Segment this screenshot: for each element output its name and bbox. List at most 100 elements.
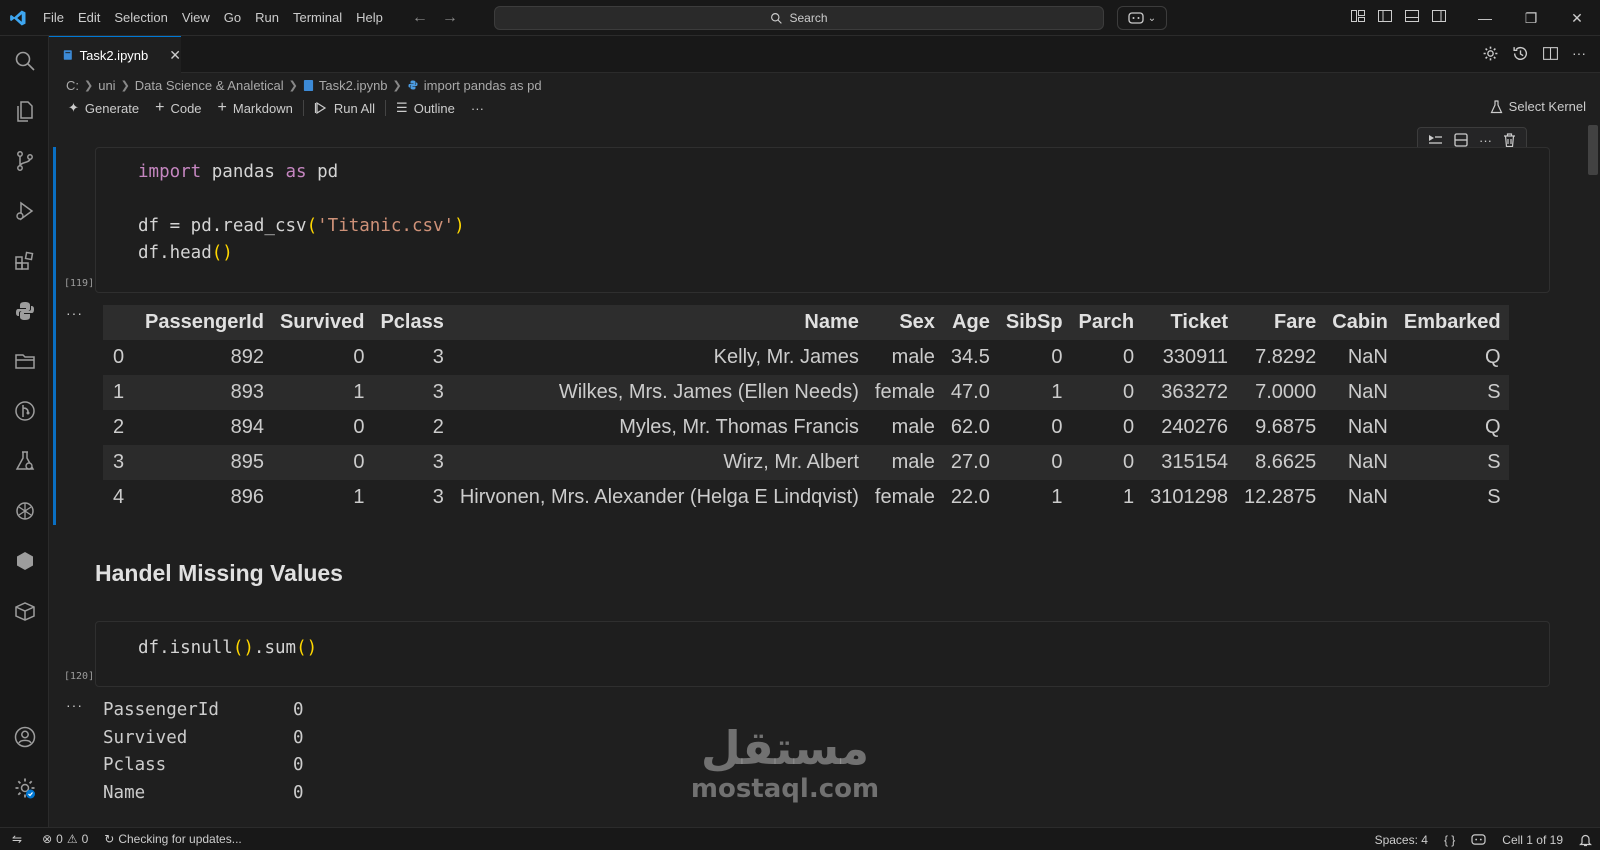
code-token: as xyxy=(285,162,307,182)
command-center-search[interactable]: Search xyxy=(494,6,1104,30)
menu-run[interactable]: Run xyxy=(248,0,286,36)
gear-icon[interactable] xyxy=(1482,45,1499,62)
menu-view[interactable]: View xyxy=(175,0,217,36)
menu-terminal[interactable]: Terminal xyxy=(286,0,349,36)
restore-icon[interactable]: ❐ xyxy=(1508,0,1554,36)
vertical-scrollbar[interactable] xyxy=(1588,125,1598,175)
testing-icon[interactable] xyxy=(0,436,49,486)
split-editor-icon[interactable] xyxy=(1542,45,1559,62)
minimize-icon[interactable]: — xyxy=(1462,0,1508,36)
accounts-icon[interactable] xyxy=(0,712,49,762)
kubernetes-icon[interactable] xyxy=(0,486,49,536)
table-cell: 27.0 xyxy=(950,451,990,473)
back-arrow-icon[interactable]: ← xyxy=(412,9,428,27)
more-actions-icon[interactable]: ··· xyxy=(1572,45,1586,62)
settings-gear-icon[interactable] xyxy=(0,763,49,813)
cell-position[interactable]: Cell 1 of 19 xyxy=(1494,833,1571,847)
python-icon[interactable] xyxy=(0,286,49,336)
code-token: pandas xyxy=(201,162,286,182)
table-row: 1 893 1 3 Wilkes, Mrs. James (Ellen Needs) fe… xyxy=(103,375,1509,410)
output-actions-icon[interactable]: ··· xyxy=(66,697,83,713)
table-cell: NaN xyxy=(1347,451,1388,473)
copilot-status-icon[interactable] xyxy=(1463,833,1494,846)
code-token: () xyxy=(232,638,254,658)
column-header: Ticket xyxy=(1170,311,1228,333)
explorer-search-icon[interactable] xyxy=(0,36,49,86)
run-all-button[interactable]: Run All xyxy=(306,101,383,116)
toggle-primary-sidebar-icon[interactable] xyxy=(1377,8,1393,24)
toggle-secondary-sidebar-icon[interactable] xyxy=(1431,8,1447,24)
menu-selection[interactable]: Selection xyxy=(107,0,174,36)
remote-explorer-icon[interactable] xyxy=(0,336,49,386)
code-token: 'Titanic.csv' xyxy=(317,216,455,236)
table-cell: 0 xyxy=(353,346,365,368)
column-header: Embarked xyxy=(1403,311,1501,333)
kernel-flask-icon xyxy=(1490,99,1503,113)
table-cell: 62.0 xyxy=(950,416,990,438)
table-cell: 3 xyxy=(432,451,444,473)
breadcrumb-cell[interactable]: import pandas as pd xyxy=(424,78,542,93)
code-token: df.isnull xyxy=(138,638,233,658)
chevron-right-icon: ❯ xyxy=(84,79,94,92)
breadcrumb-drive[interactable]: C: xyxy=(66,78,79,93)
breadcrumb-folder[interactable]: Data Science & Analetical xyxy=(135,78,284,93)
container-box-icon[interactable] xyxy=(0,586,49,636)
table-cell: 0 xyxy=(1051,416,1063,438)
update-status[interactable]: ↻ Checking for updates... xyxy=(96,832,249,846)
tab-task2-ipynb[interactable]: Task2.ipynb ✕ xyxy=(49,36,181,73)
column-header: Pclass xyxy=(380,311,444,333)
copilot-button[interactable]: ⌄ xyxy=(1117,6,1167,30)
breadcrumb-uni[interactable]: uni xyxy=(98,78,115,93)
code-cell-2[interactable]: df.isnull().sum() xyxy=(95,621,1550,687)
code-editor-2[interactable]: df.isnull().sum() xyxy=(138,635,1549,662)
table-cell: 22.0 xyxy=(950,486,990,508)
code-editor-1[interactable]: import pandas as pd df = pd.read_csv('Ti… xyxy=(138,159,1549,267)
select-kernel-button[interactable]: Select Kernel xyxy=(1490,99,1586,114)
series-row: Pclass 0 xyxy=(103,752,304,780)
extensions-icon[interactable] xyxy=(0,236,49,286)
menu-go[interactable]: Go xyxy=(217,0,248,36)
code-cell-1[interactable]: import pandas as pd df = pd.read_csv('Ti… xyxy=(95,147,1550,293)
problems-indicator[interactable]: ⊗ 0 ⚠ 0 xyxy=(34,832,96,846)
breadcrumb-file[interactable]: Task2.ipynb xyxy=(319,78,388,93)
remote-indicator[interactable]: ⇋ xyxy=(0,832,34,846)
language-braces[interactable]: { } xyxy=(1436,833,1463,847)
tab-label: Task2.ipynb xyxy=(79,47,149,63)
generate-button[interactable]: ✦ Generate xyxy=(60,100,147,116)
history-icon[interactable] xyxy=(1512,45,1529,62)
warning-count: 0 xyxy=(81,832,89,846)
hexagon-extension-icon[interactable] xyxy=(0,536,49,586)
explorer-files-icon[interactable] xyxy=(0,86,49,136)
run-debug-icon[interactable] xyxy=(0,186,49,236)
add-markdown-cell-button[interactable]: + Markdown xyxy=(210,99,301,117)
series-value: 0 xyxy=(293,755,304,775)
menu-edit[interactable]: Edit xyxy=(71,0,107,36)
close-window-icon[interactable]: ✕ xyxy=(1554,0,1600,36)
indentation-indicator[interactable]: Spaces: 4 xyxy=(1367,833,1436,847)
menu-file[interactable]: File xyxy=(36,0,71,36)
output-actions-icon[interactable]: ··· xyxy=(66,305,83,321)
forward-arrow-icon[interactable]: → xyxy=(442,9,458,27)
menu-help[interactable]: Help xyxy=(349,0,390,36)
breadcrumb: C: ❯ uni ❯ Data Science & Analetical ❯ T… xyxy=(66,75,542,95)
row-index: 1 xyxy=(113,381,125,403)
table-cell: female xyxy=(874,381,935,403)
search-label: Search xyxy=(789,11,828,25)
outline-button[interactable]: ☰ Outline xyxy=(388,100,463,116)
notifications-bell-icon[interactable] xyxy=(1571,833,1600,847)
cell-more-icon[interactable]: ··· xyxy=(1479,133,1492,148)
execute-above-icon[interactable] xyxy=(1427,133,1443,147)
close-icon[interactable]: ✕ xyxy=(169,47,181,64)
series-value: 0 xyxy=(293,727,304,748)
table-cell: Q xyxy=(1485,346,1501,368)
customize-layout-icon[interactable] xyxy=(1350,8,1366,24)
toggle-panel-icon[interactable] xyxy=(1404,8,1420,24)
split-cell-icon[interactable] xyxy=(1453,132,1469,148)
git-graph-icon[interactable] xyxy=(0,386,49,436)
add-code-cell-button[interactable]: + Code xyxy=(147,99,209,117)
table-cell: 893 xyxy=(230,381,264,403)
toolbar-more-button[interactable]: ··· xyxy=(463,101,492,116)
delete-trash-icon[interactable] xyxy=(1502,132,1517,148)
source-control-icon[interactable] xyxy=(0,136,49,186)
row-index: 3 xyxy=(113,451,125,473)
